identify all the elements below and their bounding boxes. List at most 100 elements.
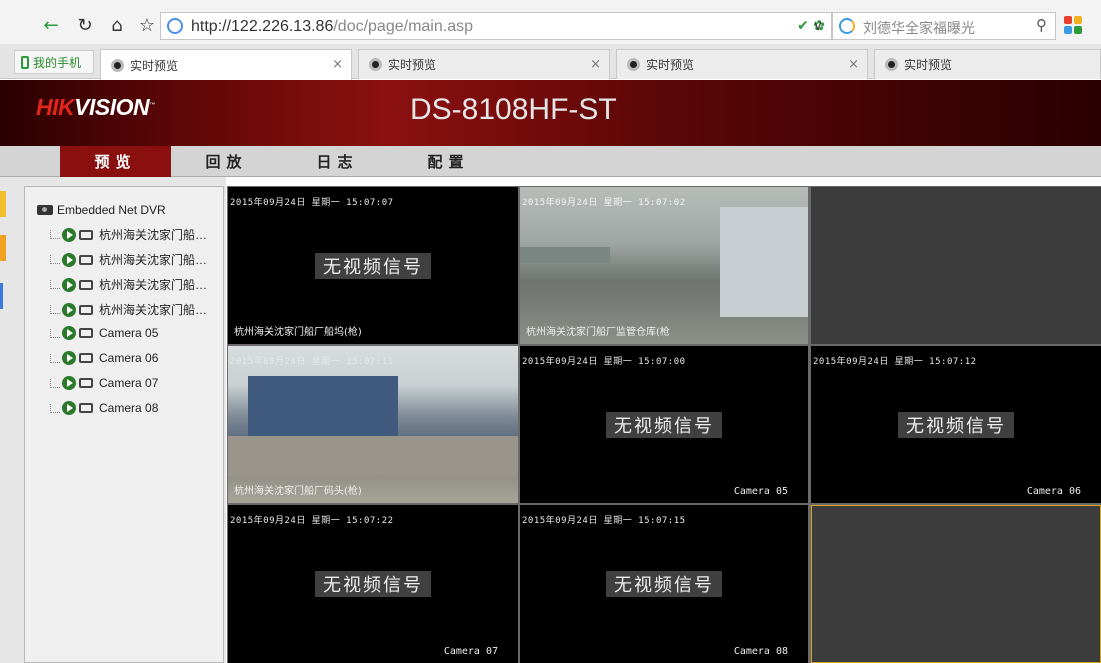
window-top-strip — [0, 0, 1101, 8]
no-signal-label: 无视频信号 — [898, 411, 1014, 438]
tab-title: 实时预览 — [646, 58, 695, 72]
logo-trademark: ™ — [149, 102, 155, 109]
bookmark-my-phone[interactable]: 我的手机 — [14, 50, 94, 74]
camera-label: Camera 06 — [99, 351, 159, 365]
camera-label: 杭州海关沈家门船… — [99, 303, 208, 317]
tree-camera-6[interactable]: Camera 06 — [50, 351, 158, 365]
tab-title: 实时预览 — [130, 58, 179, 73]
no-signal-label: 无视频信号 — [315, 571, 431, 597]
browser-tab-1[interactable]: 实时预览 × — [100, 49, 352, 80]
menu-config[interactable]: 配置 — [393, 146, 504, 177]
tree-root-dvr[interactable]: Embedded Net DVR — [37, 203, 166, 217]
tab-close-icon[interactable]: × — [590, 57, 601, 72]
tree-camera-2[interactable]: 杭州海关沈家门船… — [50, 251, 207, 268]
tree-camera-3[interactable]: 杭州海关沈家门船… — [50, 276, 207, 293]
video-cell-5[interactable]: 2015年09月24日 星期一 15:07:00 无视频信号 Camera 05 — [520, 346, 808, 503]
camera-icon — [79, 403, 93, 413]
tab-favicon-icon — [885, 58, 898, 71]
home-icon[interactable]: ⌂ — [104, 12, 130, 38]
hikvision-logo: HIKVISION™ — [36, 94, 155, 121]
scene-building-block — [248, 376, 398, 436]
tree-camera-7[interactable]: Camera 07 — [50, 376, 158, 390]
tree-connector-icon — [50, 280, 60, 289]
camera-label: 杭州海关沈家门船… — [99, 278, 208, 292]
tree-camera-1[interactable]: 杭州海关沈家门船… — [50, 226, 207, 243]
logo-white-part: VISION — [74, 94, 150, 120]
no-signal-label: 无视频信号 — [606, 411, 722, 438]
camera-label: Camera 05 — [99, 326, 159, 340]
tree-connector-icon — [50, 305, 60, 314]
osd-timestamp: 2015年09月24日 星期一 15:07:12 — [813, 357, 977, 367]
browser-tab-2[interactable]: 实时预览 × — [358, 49, 610, 79]
play-icon[interactable] — [62, 302, 76, 317]
osd-camera-name: Camera 07 — [443, 646, 498, 657]
osd-timestamp: 2015年09月24日 星期一 15:07:00 — [522, 357, 686, 367]
tab-close-icon[interactable]: × — [332, 57, 343, 72]
osd-camera-name: 杭州海关沈家门船厂船坞(枪) — [234, 327, 362, 338]
video-cell-1[interactable]: 2015年09月24日 星期一 15:07:07 无视频信号 杭州海关沈家门船厂… — [228, 187, 518, 344]
reload-icon[interactable]: ↻ — [72, 12, 98, 38]
bookmark-star-icon[interactable]: ☆ — [134, 12, 160, 38]
tree-connector-icon — [50, 328, 60, 338]
tree-connector-icon — [50, 230, 60, 239]
video-cell-9[interactable] — [811, 505, 1101, 663]
video-cell-7[interactable]: 2015年09月24日 星期一 15:07:22 无视频信号 Camera 07 — [228, 505, 518, 663]
apps-grid-icon[interactable] — [1064, 16, 1082, 34]
tab-favicon-icon — [627, 58, 640, 71]
tree-camera-8[interactable]: Camera 08 — [50, 401, 158, 415]
osd-camera-name: 杭州海关沈家门船厂监管仓库(枪 — [526, 327, 670, 338]
browser-tab-3[interactable]: 实时预览 × — [616, 49, 868, 79]
site-globe-icon — [167, 18, 183, 34]
no-signal-label: 无视频信号 — [315, 252, 431, 279]
video-cell-6[interactable]: 2015年09月24日 星期一 15:07:12 无视频信号 Camera 06 — [811, 346, 1101, 503]
play-icon[interactable] — [62, 351, 76, 365]
camera-icon — [79, 304, 93, 315]
tree-root-label: Embedded Net DVR — [57, 203, 166, 217]
play-icon[interactable] — [62, 401, 76, 415]
play-icon[interactable] — [62, 227, 76, 242]
scene-rooftop — [228, 436, 518, 476]
menu-preview[interactable]: 预览 — [60, 146, 171, 177]
camera-icon — [79, 378, 93, 388]
url-host: http://122.226.13.86 — [191, 18, 334, 35]
video-cell-8[interactable]: 2015年09月24日 星期一 15:07:15 无视频信号 Camera 08 — [520, 505, 808, 663]
play-icon[interactable] — [62, 277, 76, 292]
menu-playback[interactable]: 回放 — [171, 146, 282, 177]
main-menu: 预览 回放 日志 配置 — [0, 146, 1101, 177]
tree-camera-5[interactable]: Camera 05 — [50, 326, 158, 340]
video-cell-4[interactable]: 2015年09月24日 星期一 15:07:11 杭州海关沈家门船厂码头(枪) — [228, 346, 518, 503]
logo-red-part: HIK — [36, 94, 75, 120]
play-icon[interactable] — [62, 376, 76, 390]
camera-icon — [79, 328, 93, 338]
camera-label: Camera 08 — [99, 401, 159, 415]
tab-strip: 我的手机 实时预览 × 实时预览 × 实时预览 × 实时预览 — [0, 44, 1101, 80]
device-model-title: DS-8108HF-ST — [410, 93, 617, 126]
tab-close-icon[interactable]: × — [848, 57, 859, 72]
url-dropdown-chevron-icon[interactable]: ∨ — [804, 12, 832, 40]
osd-timestamp: 2015年09月24日 星期一 15:07:07 — [230, 198, 394, 208]
search-input[interactable]: 刘德华全家福曝光 ⚲ — [832, 12, 1056, 40]
url-field[interactable]: http://122.226.13.86/doc/page/main.asp ✔… — [160, 12, 832, 40]
tab-favicon-icon — [369, 58, 382, 71]
video-cell-2[interactable]: 2015年09月24日 星期一 15:07:02 杭州海关沈家门船厂监管仓库(枪 — [520, 187, 808, 344]
tree-connector-icon — [50, 378, 60, 388]
tab-title: 实时预览 — [388, 58, 437, 72]
osd-timestamp: 2015年09月24日 星期一 15:07:22 — [230, 516, 394, 526]
menu-log[interactable]: 日志 — [282, 146, 393, 177]
browser-tab-4[interactable]: 实时预览 — [874, 49, 1101, 79]
tree-camera-4[interactable]: 杭州海关沈家门船… — [50, 301, 207, 318]
tree-connector-icon — [50, 255, 60, 264]
phone-icon — [21, 55, 29, 69]
back-arrow-icon[interactable]: ← — [38, 12, 64, 38]
search-icon[interactable]: ⚲ — [1036, 16, 1047, 34]
scene-wall — [720, 207, 808, 317]
osd-timestamp: 2015年09月24日 星期一 15:07:11 — [230, 357, 394, 367]
play-icon[interactable] — [62, 252, 76, 267]
video-cell-3[interactable] — [811, 187, 1101, 344]
play-icon[interactable] — [62, 326, 76, 340]
osd-camera-name: Camera 05 — [733, 486, 788, 497]
search-placeholder: 刘德华全家福曝光 — [863, 21, 975, 37]
osd-camera-name: Camera 08 — [733, 646, 788, 657]
osd-camera-name: Camera 06 — [1026, 486, 1081, 497]
bookmark-label: 我的手机 — [33, 55, 82, 70]
